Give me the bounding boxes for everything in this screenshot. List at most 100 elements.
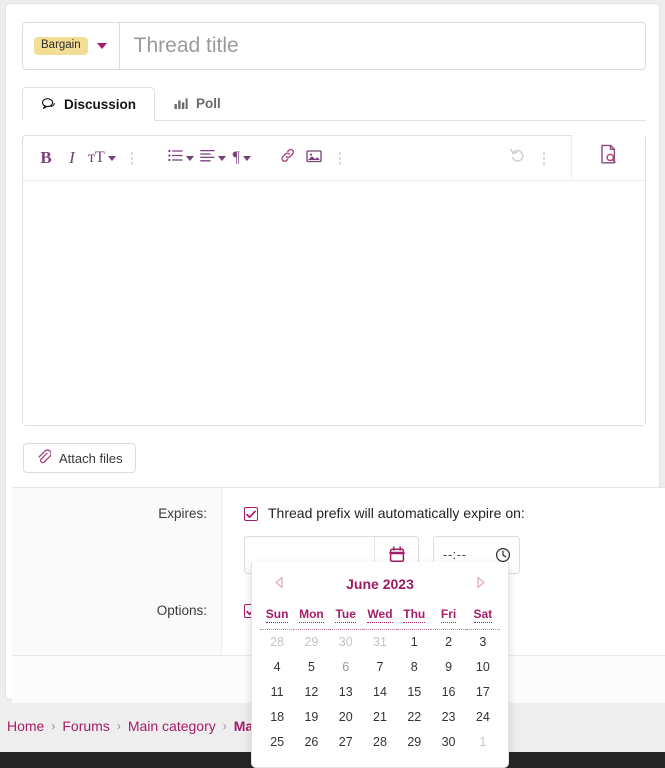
calendar-grid: Sun Mon Tue Wed Thu Fri Sat 282930311234… [260, 606, 500, 755]
calendar-day-cell[interactable]: 9 [431, 655, 465, 680]
editor-toolbar: B I тT ⋮ [23, 136, 645, 181]
breadcrumb-item-main-category[interactable]: Main category [128, 718, 216, 734]
expires-checkbox[interactable] [244, 507, 258, 521]
tab-poll[interactable]: Poll [155, 86, 240, 120]
calendar-weekday: Thu [397, 606, 431, 630]
calendar-day-cell[interactable]: 3 [466, 630, 500, 655]
thread-title-row: Bargain [22, 22, 646, 70]
calendar-week-row: 28293031123 [260, 630, 500, 655]
expires-label: Expires: [12, 488, 222, 585]
calendar-day-cell[interactable]: 12 [294, 680, 328, 705]
calendar-day-cell[interactable]: 6 [329, 655, 363, 680]
editor-tabs: Discussion Poll [22, 86, 646, 121]
image-icon [306, 149, 322, 168]
link-button[interactable] [275, 144, 301, 172]
insert-more-button[interactable]: ⋮ [327, 144, 353, 172]
calendar-day-cell[interactable]: 30 [329, 630, 363, 655]
calendar-day-cell[interactable]: 28 [260, 630, 294, 655]
attach-files-button[interactable]: Attach files [23, 443, 136, 473]
calendar-day-cell[interactable]: 2 [431, 630, 465, 655]
chevron-down-icon[interactable] [97, 43, 107, 49]
calendar-weekday: Sun [260, 606, 294, 630]
italic-button[interactable]: I [59, 144, 85, 172]
calendar-day-cell[interactable]: 15 [397, 680, 431, 705]
calendar-day-cell[interactable]: 27 [329, 730, 363, 755]
calendar-day-cell[interactable]: 30 [431, 730, 465, 755]
expires-checkbox-line: Thread prefix will automatically expire … [244, 505, 665, 522]
attach-files-label: Attach files [59, 451, 123, 466]
comments-icon [41, 97, 56, 111]
undo-button[interactable] [505, 144, 531, 172]
thread-title-input[interactable] [120, 23, 645, 69]
options-label: Options: [12, 585, 222, 655]
calendar-day-cell[interactable]: 11 [260, 680, 294, 705]
calendar-day-cell[interactable]: 19 [294, 705, 328, 730]
calendar-weekday: Sat [466, 606, 500, 630]
calendar-day-cell[interactable]: 22 [397, 705, 431, 730]
breadcrumb: Home › Forums › Main category › Main [7, 718, 266, 734]
calendar-week-row: 11121314151617 [260, 680, 500, 705]
bullet-list-button[interactable] [165, 144, 197, 172]
align-button[interactable] [197, 144, 229, 172]
breadcrumb-item-forums[interactable]: Forums [62, 718, 109, 734]
calendar-day-cell[interactable]: 31 [363, 630, 397, 655]
calendar-day-cell[interactable]: 24 [466, 705, 500, 730]
calendar-day-cell[interactable]: 13 [329, 680, 363, 705]
chevron-down-icon [186, 156, 194, 161]
calendar-day-cell[interactable]: 29 [397, 730, 431, 755]
text-more-button[interactable]: ⋮ [119, 144, 145, 172]
chevron-down-icon [243, 156, 251, 161]
expiry-time-value: --:-- [443, 547, 466, 562]
calendar-day-cell[interactable]: 25 [260, 730, 294, 755]
calendar-day-cell[interactable]: 1 [466, 730, 500, 755]
tab-discussion[interactable]: Discussion [22, 87, 155, 121]
tab-discussion-label: Discussion [64, 97, 136, 112]
calendar-day-cell[interactable]: 16 [431, 680, 465, 705]
calendar-day-cell[interactable]: 26 [294, 730, 328, 755]
calendar-header: June 2023 [260, 562, 500, 606]
page-root: Bargain Discussion [0, 0, 665, 768]
calendar-day-cell[interactable]: 28 [363, 730, 397, 755]
breadcrumb-separator: › [51, 719, 55, 733]
breadcrumb-separator: › [117, 719, 121, 733]
calendar-day-cell[interactable]: 10 [466, 655, 500, 680]
calendar-week-row: 2526272829301 [260, 730, 500, 755]
bullet-list-icon [168, 149, 183, 167]
calendar-weekday: Fri [431, 606, 465, 630]
calendar-week-row: 45678910 [260, 655, 500, 680]
calendar-days-body: 2829303112345678910111213141516171819202… [260, 630, 500, 755]
calendar-weekday-row: Sun Mon Tue Wed Thu Fri Sat [260, 606, 500, 630]
calendar-day-cell[interactable]: 17 [466, 680, 500, 705]
calendar-week-row: 18192021222324 [260, 705, 500, 730]
calendar-day-cell[interactable]: 21 [363, 705, 397, 730]
calendar-weekday: Tue [329, 606, 363, 630]
calendar-day-cell[interactable]: 20 [329, 705, 363, 730]
breadcrumb-item-home[interactable]: Home [7, 718, 44, 734]
clock-icon[interactable] [495, 547, 511, 563]
calendar-day-cell[interactable]: 14 [363, 680, 397, 705]
bold-button[interactable]: B [33, 144, 59, 172]
calendar-day-cell[interactable]: 8 [397, 655, 431, 680]
calendar-day-cell[interactable]: 5 [294, 655, 328, 680]
link-icon [280, 148, 296, 168]
document-preview-icon [599, 144, 619, 170]
history-more-button[interactable]: ⋮ [531, 144, 557, 172]
image-button[interactable] [301, 144, 327, 172]
calendar-day-cell[interactable]: 23 [431, 705, 465, 730]
font-size-button[interactable]: тT [85, 144, 119, 172]
calendar-day-cell[interactable]: 18 [260, 705, 294, 730]
calendar-day-cell[interactable]: 1 [397, 630, 431, 655]
paragraph-button[interactable]: ¶ [229, 144, 255, 172]
thread-prefix-selector[interactable]: Bargain [23, 23, 120, 69]
triangle-left-icon[interactable] [270, 574, 289, 594]
triangle-right-icon[interactable] [471, 574, 490, 594]
calendar-day-cell[interactable]: 4 [260, 655, 294, 680]
calendar-day-cell[interactable]: 7 [363, 655, 397, 680]
calendar-day-cell[interactable]: 29 [294, 630, 328, 655]
tab-poll-label: Poll [196, 96, 221, 111]
calendar-title[interactable]: June 2023 [346, 576, 414, 592]
calendar-weekday: Mon [294, 606, 328, 630]
preview-button[interactable] [571, 135, 645, 180]
thread-prefix-badge: Bargain [34, 37, 88, 56]
editor-content-area[interactable] [23, 181, 645, 425]
